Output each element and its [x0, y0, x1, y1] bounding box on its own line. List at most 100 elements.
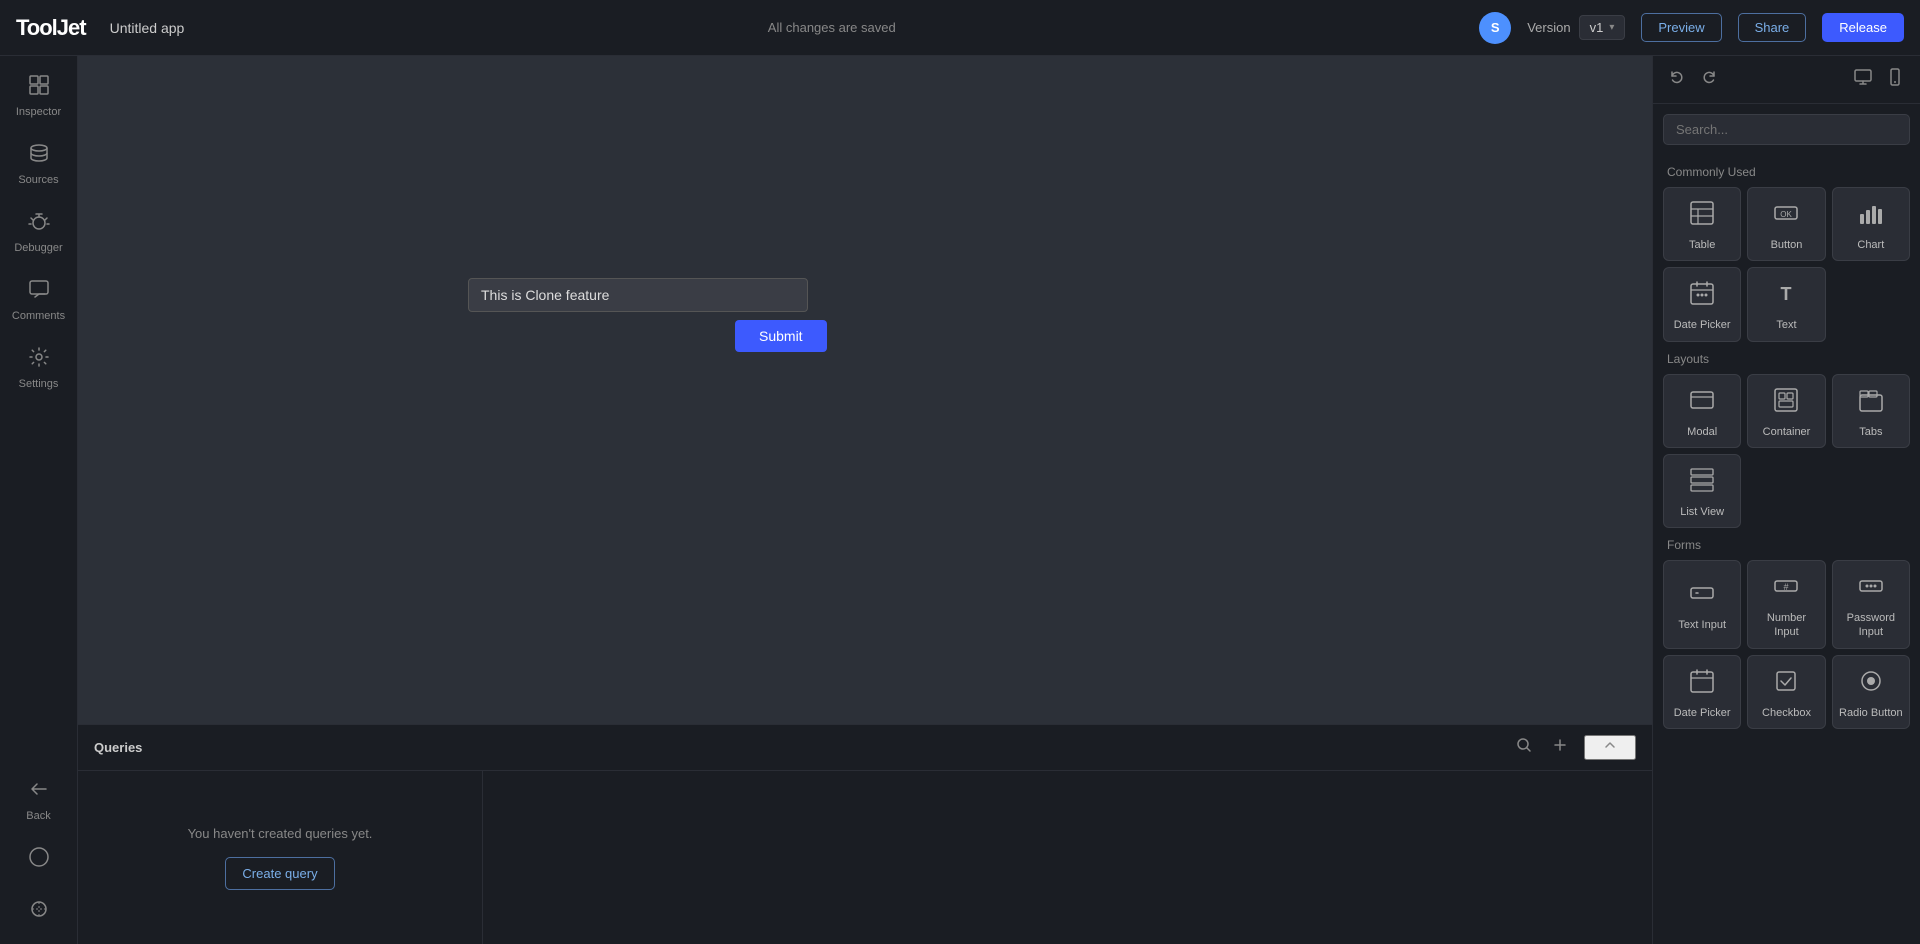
- undo-button[interactable]: [1665, 67, 1689, 92]
- queries-detail: [483, 771, 1652, 944]
- password-input-icon: [1858, 573, 1884, 605]
- widget-text-input[interactable]: Text Input: [1663, 560, 1741, 649]
- desktop-view-button[interactable]: [1850, 66, 1876, 93]
- commonly-used-grid: Table OK Button Chart: [1663, 187, 1910, 342]
- widget-button[interactable]: OK Button: [1747, 187, 1825, 261]
- date-picker-icon: [1689, 280, 1715, 312]
- widget-text[interactable]: T Text: [1747, 267, 1825, 341]
- sidebar-item-label: Inspector: [16, 106, 61, 118]
- widget-number-input[interactable]: # Number Input: [1747, 560, 1825, 649]
- sidebar: Inspector Sources Debugger Comments Sett…: [0, 56, 78, 944]
- mobile-view-button[interactable]: [1882, 66, 1908, 93]
- version-label: Version: [1527, 20, 1570, 35]
- sidebar-item-settings[interactable]: Settings: [4, 336, 74, 400]
- version-area: Version v1 ▾: [1527, 15, 1625, 40]
- number-input-icon: #: [1773, 573, 1799, 605]
- widget-date-picker[interactable]: Date Picker: [1663, 267, 1741, 341]
- inspector-icon: [28, 74, 50, 102]
- theme-icon: [28, 898, 50, 926]
- create-query-button[interactable]: Create query: [225, 857, 334, 890]
- undo-redo-group: [1665, 67, 1721, 92]
- search-input[interactable]: [1663, 114, 1910, 145]
- settings-icon: [28, 346, 50, 374]
- text-input-icon: [1689, 580, 1715, 612]
- widget-date-picker-form-label: Date Picker: [1674, 706, 1731, 720]
- sources-icon: [28, 142, 50, 170]
- widget-table-label: Table: [1689, 238, 1715, 252]
- queries-title: Queries: [94, 740, 1500, 755]
- collapse-queries-button[interactable]: [1584, 735, 1636, 760]
- canvas-submit-button[interactable]: Submit: [735, 320, 827, 352]
- widget-date-picker-form[interactable]: Date Picker: [1663, 655, 1741, 729]
- widget-table[interactable]: Table: [1663, 187, 1741, 261]
- widget-modal[interactable]: Modal: [1663, 374, 1741, 448]
- canvas-wrapper: This is Clone feature Submit Queries: [78, 56, 1652, 944]
- widget-chart-label: Chart: [1857, 238, 1884, 252]
- widget-button-label: Button: [1771, 238, 1803, 252]
- sidebar-item-inspector[interactable]: Inspector: [4, 64, 74, 128]
- date-picker-form-icon: [1689, 668, 1715, 700]
- sidebar-item-chat[interactable]: [4, 836, 74, 884]
- widget-search-box: [1663, 114, 1910, 145]
- chat-icon: [28, 846, 50, 874]
- chart-icon: [1858, 200, 1884, 232]
- widget-checkbox[interactable]: Checkbox: [1747, 655, 1825, 729]
- widget-container[interactable]: Container: [1747, 374, 1825, 448]
- widget-modal-label: Modal: [1687, 425, 1717, 439]
- widget-checkbox-label: Checkbox: [1762, 706, 1811, 720]
- container-icon: [1773, 387, 1799, 419]
- logo: ToolJet: [16, 15, 86, 41]
- search-queries-button[interactable]: [1512, 735, 1536, 760]
- modal-icon: [1689, 387, 1715, 419]
- redo-button[interactable]: [1697, 67, 1721, 92]
- table-icon: [1689, 200, 1715, 232]
- widget-list-view-label: List View: [1680, 505, 1724, 519]
- svg-text:T: T: [1781, 284, 1792, 304]
- widget-text-input-label: Text Input: [1678, 618, 1726, 632]
- widget-tabs-label: Tabs: [1859, 425, 1882, 439]
- sidebar-item-sources[interactable]: Sources: [4, 132, 74, 196]
- list-view-icon: [1689, 467, 1715, 499]
- widget-date-picker-label: Date Picker: [1674, 318, 1731, 332]
- widget-number-input-label: Number Input: [1754, 611, 1818, 640]
- chevron-down-icon: ▾: [1609, 22, 1614, 33]
- widget-radio-button[interactable]: Radio Button: [1832, 655, 1910, 729]
- radio-button-icon: [1858, 668, 1884, 700]
- version-selector[interactable]: v1 ▾: [1579, 15, 1626, 40]
- widget-container-label: Container: [1763, 425, 1811, 439]
- preview-button[interactable]: Preview: [1641, 13, 1721, 42]
- queries-panel: Queries You haven't created queries yet.…: [78, 724, 1652, 944]
- sidebar-item-debugger[interactable]: Debugger: [4, 200, 74, 264]
- save-status: All changes are saved: [200, 20, 1463, 35]
- widget-radio-button-label: Radio Button: [1839, 706, 1903, 720]
- layouts-label: Layouts: [1667, 352, 1910, 366]
- app-title: Untitled app: [110, 20, 185, 36]
- queries-header: Queries: [78, 725, 1652, 771]
- sidebar-item-comments[interactable]: Comments: [4, 268, 74, 332]
- share-button[interactable]: Share: [1738, 13, 1807, 42]
- checkbox-icon: [1773, 668, 1799, 700]
- add-query-button[interactable]: [1548, 735, 1572, 760]
- widget-list-view[interactable]: List View: [1663, 454, 1741, 528]
- widget-text-label: Text: [1776, 318, 1796, 332]
- back-icon: [28, 778, 50, 806]
- widget-chart[interactable]: Chart: [1832, 187, 1910, 261]
- canvas[interactable]: This is Clone feature Submit: [78, 56, 1652, 724]
- sidebar-item-back[interactable]: Back: [4, 768, 74, 832]
- widget-tabs[interactable]: Tabs: [1832, 374, 1910, 448]
- queries-content: You haven't created queries yet. Create …: [78, 771, 1652, 944]
- button-icon: OK: [1773, 200, 1799, 232]
- sidebar-item-theme[interactable]: [4, 888, 74, 936]
- widget-password-input[interactable]: Password Input: [1832, 560, 1910, 649]
- layouts-grid: Modal Container Tabs: [1663, 374, 1910, 529]
- canvas-text-input: This is Clone feature: [468, 278, 808, 312]
- forms-grid: Text Input # Number Input Password Input: [1663, 560, 1910, 729]
- topbar: ToolJet Untitled app All changes are sav…: [0, 0, 1920, 56]
- sidebar-item-label: Back: [26, 810, 50, 822]
- debugger-icon: [28, 210, 50, 238]
- right-panel: Commonly Used Table OK Button: [1652, 56, 1920, 944]
- forms-label: Forms: [1667, 538, 1910, 552]
- release-button[interactable]: Release: [1822, 13, 1904, 42]
- tabs-icon: [1858, 387, 1884, 419]
- sidebar-item-label: Settings: [19, 378, 59, 390]
